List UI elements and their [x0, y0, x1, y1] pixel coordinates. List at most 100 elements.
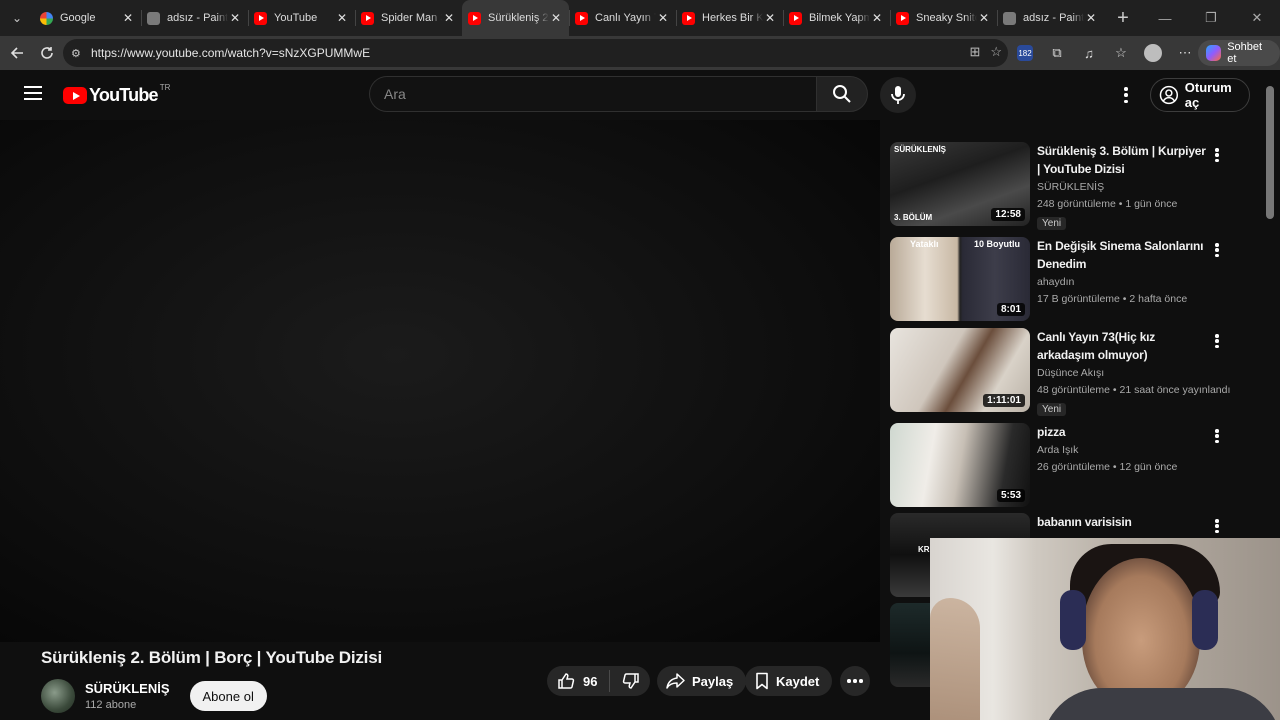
- youtube-play-icon: [63, 87, 87, 104]
- youtube-icon: [896, 11, 909, 25]
- related-title[interactable]: pizza: [1037, 423, 1212, 441]
- more-actions-button[interactable]: [840, 666, 870, 696]
- kebab-menu-icon[interactable]: [1209, 241, 1225, 259]
- voice-search-button[interactable]: [880, 77, 916, 113]
- new-tab-plus-icon[interactable]: +: [1108, 7, 1138, 30]
- tab-close-icon[interactable]: ✕: [549, 11, 563, 25]
- page-scrollbar[interactable]: [1266, 86, 1274, 219]
- video-thumbnail[interactable]: 5:53: [890, 423, 1030, 507]
- youtube-icon: [254, 11, 267, 25]
- related-title[interactable]: babanın varisisin: [1037, 513, 1212, 531]
- list-item[interactable]: Yataklı 10 Boyutlu 8:01 En Değişik Sinem…: [890, 237, 1235, 328]
- tab-close-icon[interactable]: ✕: [335, 11, 349, 25]
- extensions-puzzle-icon[interactable]: ⧉: [1044, 40, 1070, 66]
- maximize-icon[interactable]: ❐: [1188, 0, 1234, 36]
- tab-herkes[interactable]: Herkes Bir Kit ✕: [676, 0, 783, 36]
- youtube-logo[interactable]: YouTube TR: [63, 83, 171, 106]
- dislike-button[interactable]: [610, 672, 652, 690]
- tab-close-icon[interactable]: ✕: [656, 11, 670, 25]
- bookmark-icon: [756, 672, 768, 690]
- close-window-icon[interactable]: ✕: [1234, 0, 1280, 36]
- save-label: Kaydet: [776, 673, 820, 689]
- webcam-body: [1042, 688, 1280, 720]
- settings-more-icon[interactable]: [1116, 84, 1136, 106]
- extension-badge-icon[interactable]: 182: [1017, 45, 1033, 61]
- search-input[interactable]: [384, 86, 816, 102]
- sign-in-button[interactable]: Oturum aç: [1150, 78, 1250, 112]
- thumbs-up-icon: [558, 673, 575, 689]
- tab-paint-1[interactable]: adsız - Paint ✕: [141, 0, 248, 36]
- related-channel[interactable]: Arda Işık: [1037, 442, 1212, 459]
- site-info-icon[interactable]: ⚙: [71, 47, 85, 60]
- tab-title: adsız - Paint: [167, 12, 228, 24]
- tab-title: Sneaky Snitch: [916, 12, 977, 24]
- subscribe-button[interactable]: Abone ol: [189, 681, 267, 711]
- webcam-overlay: [930, 538, 1280, 720]
- like-dislike-group: 96: [547, 666, 650, 696]
- channel-owner: SÜRÜKLENİŞ 112 abone Abone ol: [41, 676, 267, 716]
- paint-icon: [1003, 11, 1016, 25]
- related-channel[interactable]: SÜRÜKLENİŞ: [1037, 179, 1212, 196]
- reload-icon[interactable]: [32, 38, 62, 68]
- country-code: TR: [159, 83, 171, 92]
- tab-close-icon[interactable]: ✕: [763, 11, 777, 25]
- video-player[interactable]: [0, 120, 880, 642]
- browser-menu-icon[interactable]: ⋯: [1172, 40, 1198, 66]
- tab-close-icon[interactable]: ✕: [870, 11, 884, 25]
- tab-surukleni-active[interactable]: Sürükleniş 2. ✕: [462, 0, 569, 36]
- window-controls: — ❐ ✕: [1142, 0, 1280, 36]
- hamburger-menu-icon[interactable]: [22, 84, 44, 102]
- related-title[interactable]: En Değişik Sinema Salonlarını Denedim: [1037, 237, 1212, 273]
- related-title[interactable]: Canlı Yayın 73(Hiç kız arkadaşım olmuyor…: [1037, 328, 1212, 364]
- back-arrow-icon[interactable]: [2, 38, 32, 68]
- tab-sneaky[interactable]: Sneaky Snitch ✕: [890, 0, 997, 36]
- tab-bilmek[interactable]: Bilmek Yapma ✕: [783, 0, 890, 36]
- tab-close-icon[interactable]: ✕: [977, 11, 991, 25]
- kebab-menu-icon[interactable]: [1209, 427, 1225, 445]
- tab-search-chevron-icon[interactable]: ⌄: [0, 0, 34, 36]
- like-button[interactable]: 96: [547, 670, 611, 692]
- channel-avatar[interactable]: [41, 679, 75, 713]
- video-duration: 12:58: [991, 208, 1025, 221]
- copilot-button[interactable]: Sohbet et: [1198, 40, 1280, 66]
- address-bar[interactable]: ⚙ https://www.youtube.com/watch?v=sNzXGP…: [63, 39, 1008, 67]
- kebab-menu-icon[interactable]: [1209, 332, 1225, 350]
- search-button[interactable]: [816, 76, 868, 112]
- kebab-menu-icon[interactable]: [1209, 146, 1225, 164]
- tab-paint-2[interactable]: adsız - Paint ✕: [997, 0, 1104, 36]
- tab-title: adsız - Paint: [1023, 12, 1084, 24]
- list-item[interactable]: 5:53 pizza Arda Işık 26 görüntüleme • 12…: [890, 423, 1235, 513]
- video-thumbnail[interactable]: Yataklı 10 Boyutlu 8:01: [890, 237, 1030, 321]
- tab-youtube[interactable]: YouTube ✕: [248, 0, 355, 36]
- related-channel[interactable]: ahaydın: [1037, 274, 1212, 291]
- tab-close-icon[interactable]: ✕: [1084, 11, 1098, 25]
- app-available-icon[interactable]: ⊞: [969, 44, 980, 60]
- channel-name[interactable]: SÜRÜKLENİŞ: [85, 681, 170, 696]
- related-channel[interactable]: Düşünce Akışı: [1037, 365, 1212, 382]
- sign-in-label: Oturum aç: [1184, 80, 1232, 110]
- profile-avatar-icon[interactable]: [1140, 40, 1166, 66]
- minimize-icon[interactable]: —: [1142, 0, 1188, 36]
- tab-spiderman[interactable]: Spider Man 3 ✕: [355, 0, 462, 36]
- headset-right: [1192, 590, 1218, 650]
- save-button[interactable]: Kaydet: [745, 666, 833, 696]
- video-thumbnail[interactable]: 1:11:01: [890, 328, 1030, 412]
- tab-close-icon[interactable]: ✕: [442, 11, 456, 25]
- thumbnail-text: KR: [918, 545, 930, 554]
- tab-google[interactable]: Google ✕: [34, 0, 141, 36]
- favorites-icon[interactable]: ☆: [1108, 40, 1134, 66]
- new-badge: Yeni: [1037, 403, 1067, 416]
- share-button[interactable]: Paylaş: [657, 666, 747, 696]
- related-title[interactable]: Sürükleniş 3. Bölüm | Kurpiyer | YouTube…: [1037, 142, 1212, 178]
- video-thumbnail[interactable]: SÜRÜKLENİŞ 3. BÖLÜM 12:58: [890, 142, 1030, 226]
- tab-canli-yayin[interactable]: Canlı Yayın 73 ✕: [569, 0, 676, 36]
- tab-close-icon[interactable]: ✕: [121, 11, 135, 25]
- favorite-star-icon[interactable]: ☆: [990, 44, 1002, 60]
- kebab-menu-icon[interactable]: [1209, 517, 1225, 535]
- media-icon[interactable]: ♫: [1076, 40, 1102, 66]
- list-item[interactable]: SÜRÜKLENİŞ 3. BÖLÜM 12:58 Sürükleniş 3. …: [890, 142, 1235, 237]
- logo-text: YouTube: [89, 85, 159, 105]
- list-item[interactable]: 1:11:01 Canlı Yayın 73(Hiç kız arkadaşım…: [890, 328, 1235, 423]
- thumbnail-text: SÜRÜKLENİŞ: [894, 145, 947, 154]
- tab-close-icon[interactable]: ✕: [228, 11, 242, 25]
